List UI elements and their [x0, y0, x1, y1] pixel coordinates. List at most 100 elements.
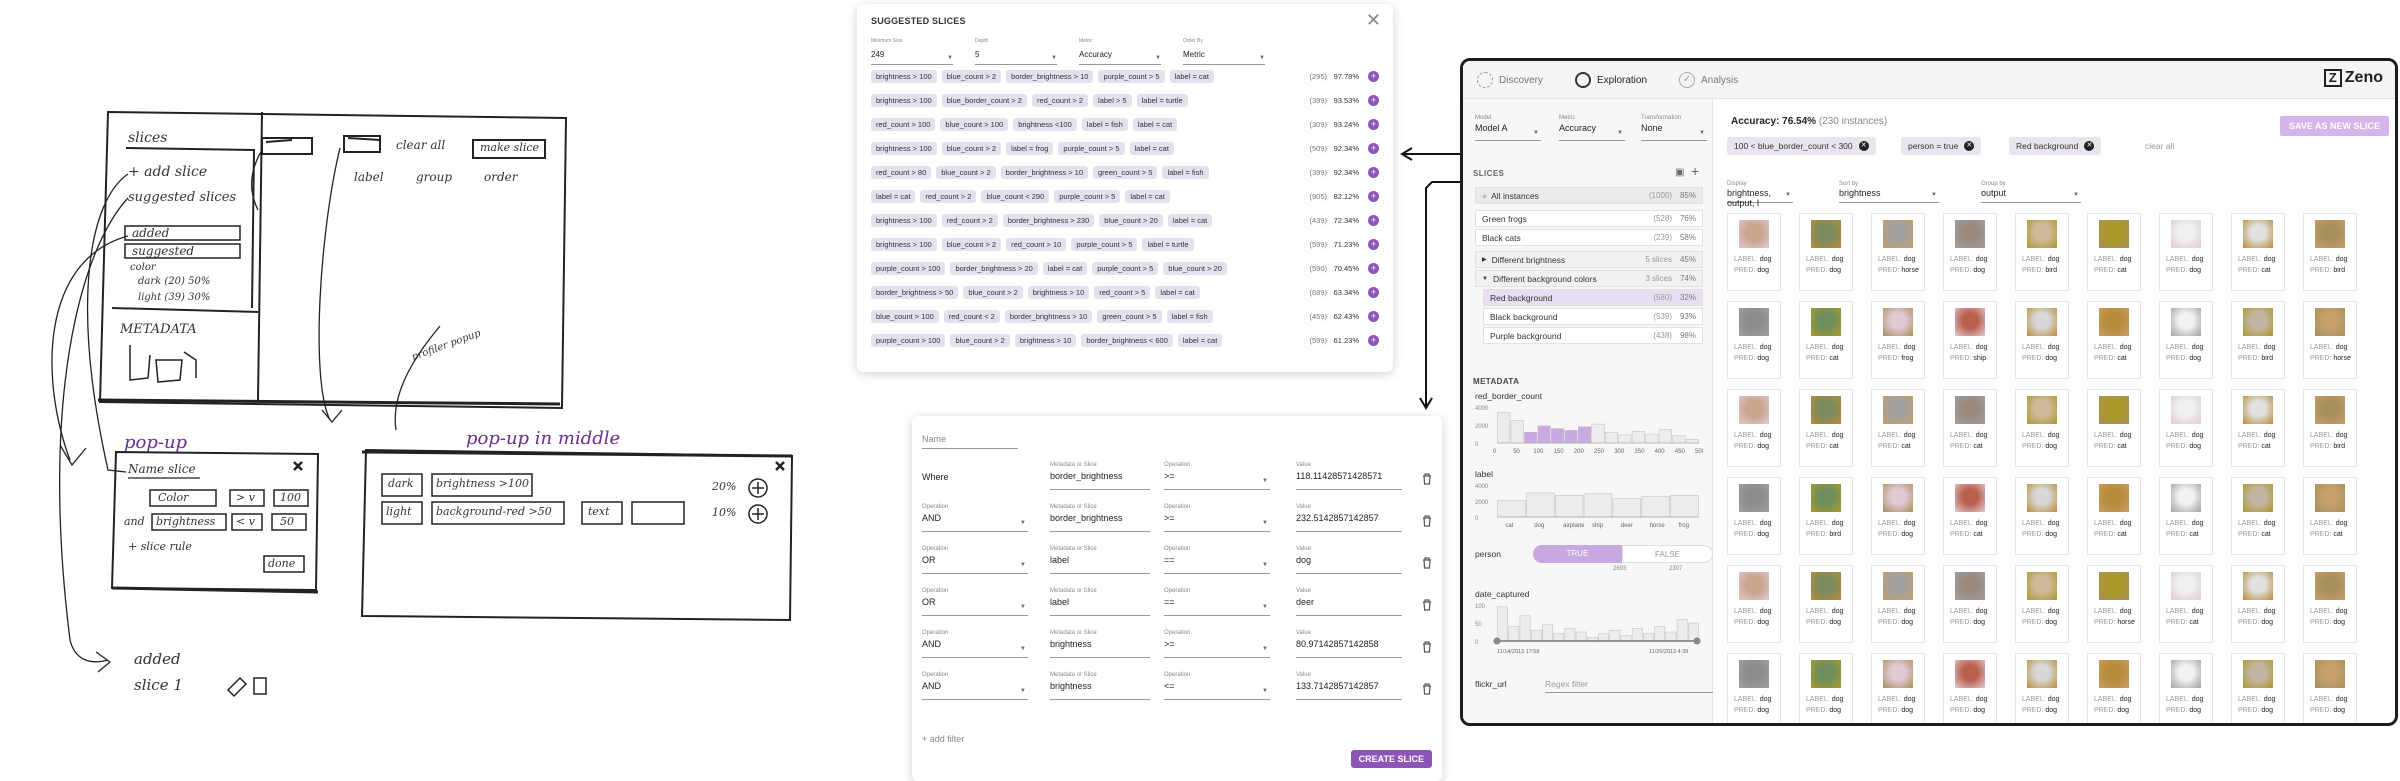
instance-thumbnail[interactable] [1739, 220, 1769, 248]
instance-thumbnail[interactable] [2315, 660, 2345, 688]
instance-card[interactable]: LABEL: dog PRED: dog [1943, 565, 1997, 643]
slice-item[interactable]: ▼ Different background colors 3 slices 74% [1475, 270, 1703, 287]
instance-thumbnail[interactable] [1811, 660, 1841, 688]
instance-thumbnail[interactable] [1739, 660, 1769, 688]
red-border-histogram[interactable]: 4000 2000 0 0 50 100 150 200 250 300 350 400 450 500 [1475, 403, 1703, 455]
instance-card[interactable]: LABEL: dog PRED: cat [2159, 477, 2213, 555]
instance-card[interactable]: LABEL: dog PRED: cat [2087, 389, 2141, 467]
instance-card[interactable]: LABEL: dog PRED: dog [2159, 213, 2213, 291]
metric-select[interactable]: Metric Accuracy ▼ [1559, 115, 1625, 141]
instance-card[interactable]: LABEL: dog PRED: horse [1871, 213, 1925, 291]
instance-thumbnail[interactable] [2171, 660, 2201, 688]
instance-card[interactable]: LABEL: dog PRED: cat [2231, 213, 2285, 291]
instance-thumbnail[interactable] [2243, 308, 2273, 336]
instance-card[interactable]: LABEL: dog PRED: dog [1727, 477, 1781, 555]
slice-item[interactable]: Red background (580) 32% [1483, 289, 1703, 306]
instance-thumbnail[interactable] [1883, 308, 1913, 336]
instance-thumbnail[interactable] [2027, 484, 2057, 512]
instance-thumbnail[interactable] [2243, 660, 2273, 688]
instance-thumbnail[interactable] [2099, 220, 2129, 248]
instance-card[interactable]: LABEL: dog PRED: bird [2231, 301, 2285, 379]
folder-add-icon[interactable]: ▣ [1675, 167, 1684, 178]
instance-thumbnail[interactable] [1739, 396, 1769, 424]
instance-thumbnail[interactable] [1811, 308, 1841, 336]
false-option[interactable]: FALSE [1622, 545, 1713, 563]
instance-card[interactable]: LABEL: dog PRED: cat [1943, 389, 1997, 467]
instance-card[interactable]: LABEL: dog PRED: dog [2303, 653, 2357, 723]
instance-thumbnail[interactable] [2243, 396, 2273, 424]
instance-thumbnail[interactable] [1883, 396, 1913, 424]
sort-by-select[interactable]: Sort by brightness ▼ [1839, 181, 1939, 203]
person-toggle[interactable]: TRUE FALSE [1533, 545, 1713, 563]
date-histogram[interactable]: 100 50 0 11/14/2013 17:58 11/26/2013 4:39 [1475, 601, 1703, 663]
instance-card[interactable]: LABEL: dog PRED: dog [2087, 653, 2141, 723]
slice-item[interactable]: Purple background (438) 98% [1483, 327, 1703, 344]
display-select[interactable]: Display brightness, output, l ▼ [1727, 181, 1793, 208]
instance-thumbnail[interactable] [1739, 484, 1769, 512]
slice-item[interactable]: ● All instances (1000) 85% [1475, 187, 1703, 204]
tab-analysis[interactable]: ✓ Analysis [1679, 72, 1738, 88]
instance-card[interactable]: LABEL: dog PRED: dog [2231, 653, 2285, 723]
instance-card[interactable]: LABEL: dog PRED: dog [1727, 653, 1781, 723]
slice-item[interactable]: Green frogs (528) 76% [1475, 210, 1703, 227]
instance-card[interactable]: LABEL: dog PRED: dog [1727, 301, 1781, 379]
instance-card[interactable]: LABEL: dog PRED: bird [2303, 389, 2357, 467]
instance-card[interactable]: LABEL: dog PRED: dog [1799, 653, 1853, 723]
instance-thumbnail[interactable] [1955, 396, 1985, 424]
instance-thumbnail[interactable] [1955, 308, 1985, 336]
add-slice-icon[interactable]: + [1691, 163, 1699, 179]
instance-thumbnail[interactable] [2315, 572, 2345, 600]
instance-card[interactable]: LABEL: dog PRED: cat [1799, 389, 1853, 467]
instance-thumbnail[interactable] [2171, 396, 2201, 424]
instance-card[interactable]: LABEL: dog PRED: dog [2015, 653, 2069, 723]
instance-thumbnail[interactable] [2099, 484, 2129, 512]
instance-thumbnail[interactable] [1883, 484, 1913, 512]
instance-thumbnail[interactable] [2099, 308, 2129, 336]
instance-thumbnail[interactable] [1883, 572, 1913, 600]
instance-thumbnail[interactable] [2243, 572, 2273, 600]
close-icon[interactable]: ✕ [1964, 141, 1975, 151]
instance-thumbnail[interactable] [2171, 308, 2201, 336]
instance-thumbnail[interactable] [1811, 484, 1841, 512]
instance-card[interactable]: LABEL: dog PRED: cat [1943, 477, 1997, 555]
instance-card[interactable]: LABEL: dog PRED: dog [2231, 565, 2285, 643]
instance-thumbnail[interactable] [2315, 484, 2345, 512]
instance-thumbnail[interactable] [2027, 660, 2057, 688]
instance-card[interactable]: LABEL: dog PRED: dog [1727, 213, 1781, 291]
instance-card[interactable]: LABEL: dog PRED: cat [2303, 477, 2357, 555]
instance-thumbnail[interactable] [2243, 484, 2273, 512]
clear-all-link[interactable]: clear all [2145, 141, 2174, 151]
instance-card[interactable]: LABEL: dog PRED: dog [2303, 565, 2357, 643]
instance-thumbnail[interactable] [1811, 220, 1841, 248]
instance-thumbnail[interactable] [2171, 220, 2201, 248]
instance-thumbnail[interactable] [2027, 396, 2057, 424]
instance-card[interactable]: LABEL: dog PRED: cat [2231, 389, 2285, 467]
transformation-select[interactable]: Transformation None ▼ [1641, 115, 1707, 141]
instance-card[interactable]: LABEL: dog PRED: cat [2231, 477, 2285, 555]
instance-card[interactable]: LABEL: dog PRED: dog [1943, 213, 1997, 291]
instance-card[interactable]: LABEL: dog PRED: dog [1799, 213, 1853, 291]
instance-card[interactable]: LABEL: dog PRED: dog [1871, 477, 1925, 555]
instance-thumbnail[interactable] [1955, 484, 1985, 512]
model-select[interactable]: Model Model A ▼ [1475, 115, 1541, 141]
instance-card[interactable]: LABEL: dog PRED: dog [2015, 565, 2069, 643]
instance-card[interactable]: LABEL: dog PRED: bird [2303, 213, 2357, 291]
instance-card[interactable]: LABEL: dog PRED: cat [2159, 565, 2213, 643]
instance-thumbnail[interactable] [2171, 484, 2201, 512]
regex-filter-input[interactable]: Regex filter [1545, 679, 1713, 693]
instance-thumbnail[interactable] [2027, 572, 2057, 600]
filter-chip[interactable]: Red background ✕ [2009, 137, 2102, 155]
instance-card[interactable]: LABEL: dog PRED: cat [2087, 301, 2141, 379]
slice-item[interactable]: ▶ Different brightness 5 slices 45% [1475, 251, 1703, 268]
tab-discovery[interactable]: Discovery [1477, 72, 1543, 88]
true-option[interactable]: TRUE [1533, 545, 1622, 563]
save-as-new-slice-button[interactable]: SAVE AS NEW SLICE [2279, 116, 2389, 136]
instance-thumbnail[interactable] [2315, 396, 2345, 424]
instance-card[interactable]: LABEL: dog PRED: bird [1799, 477, 1853, 555]
instance-thumbnail[interactable] [2171, 572, 2201, 600]
filter-chip[interactable]: person = true ✕ [1901, 137, 1982, 155]
close-icon[interactable]: ✕ [1858, 141, 1869, 151]
instance-card[interactable]: LABEL: dog PRED: dog [2015, 301, 2069, 379]
instance-thumbnail[interactable] [2027, 308, 2057, 336]
instance-card[interactable]: LABEL: dog PRED: dog [2159, 301, 2213, 379]
